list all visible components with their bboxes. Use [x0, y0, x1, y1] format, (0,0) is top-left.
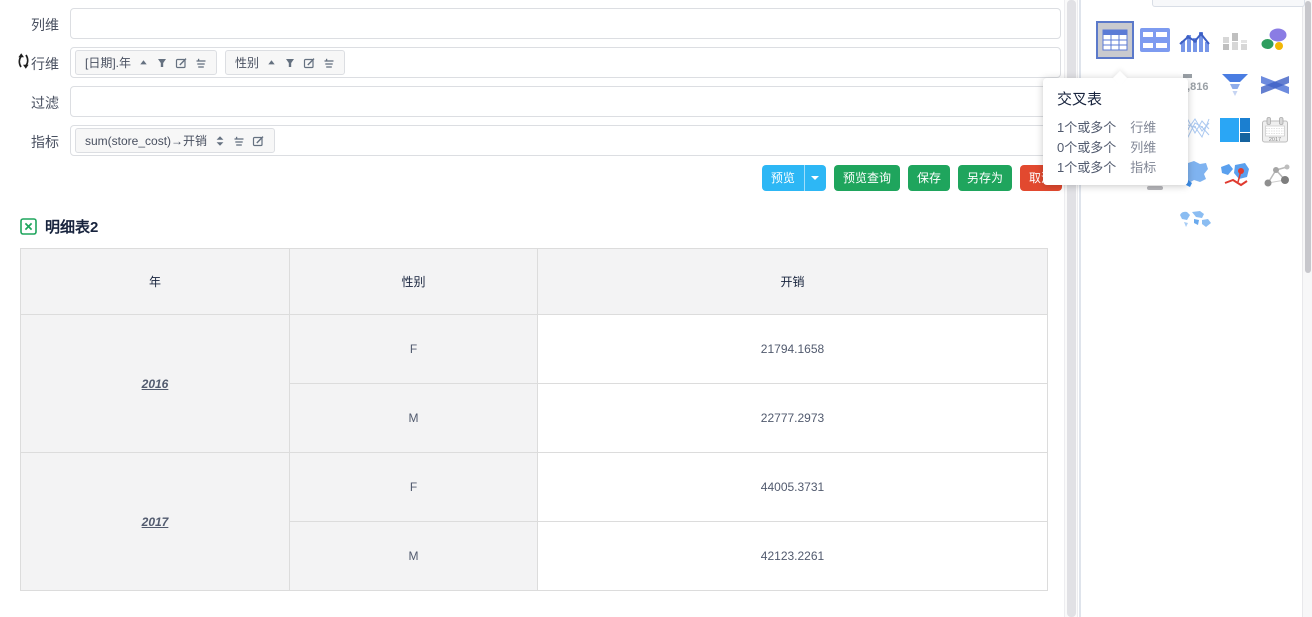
table-header-row: 年 性别 开销: [21, 249, 1048, 315]
column-header-cost: 开销: [538, 249, 1048, 315]
column-dim-label: 列维: [0, 15, 59, 35]
row-dim-input[interactable]: [日期].年 性别: [70, 47, 1061, 78]
caret-down-icon: [811, 176, 819, 184]
detail-table-title: 明细表2: [45, 216, 98, 237]
row-dim-tag-gender[interactable]: 性别: [225, 50, 345, 75]
treemap-icon: [1220, 118, 1250, 142]
chart-type-world-map[interactable]: [1178, 209, 1214, 236]
cost-cell: 42123.2261: [538, 522, 1048, 591]
preview-dropdown-caret[interactable]: [804, 165, 826, 191]
metric-label: 指标: [0, 132, 59, 152]
rule-target: 指标: [1130, 158, 1156, 178]
chart-type-pivot-table[interactable]: [1140, 28, 1170, 57]
tooltip-rule: 0个或多个 列维: [1057, 138, 1174, 158]
rule-count: 1个或多个: [1057, 118, 1116, 138]
crosstab-icon: [1102, 29, 1128, 51]
tag-label: sum(store_cost)→开销: [85, 132, 207, 149]
chart-type-bubble[interactable]: [1260, 27, 1290, 58]
filter-input[interactable]: [70, 86, 1061, 117]
gender-cell: M: [290, 522, 538, 591]
metric-tag-store-cost[interactable]: sum(store_cost)→开销: [75, 128, 275, 153]
chart-type-sankey[interactable]: [1260, 74, 1290, 101]
total-lines-icon[interactable]: [233, 135, 245, 147]
gender-cell: M: [290, 384, 538, 453]
detail-table-header: 明细表2: [20, 216, 98, 237]
chart-type-funnel[interactable]: [1221, 72, 1249, 103]
toolbar: 预览 预览查询 保存 另存为 取消: [70, 165, 1062, 191]
preview-split-button: 预览: [762, 165, 826, 191]
total-lines-icon[interactable]: [195, 57, 207, 69]
edit-icon[interactable]: [252, 135, 265, 147]
bar-line-combo-icon: [1179, 27, 1211, 53]
preview-query-button[interactable]: 预览查询: [834, 165, 900, 191]
scrollbar-thumb[interactable]: [1305, 1, 1311, 273]
cost-cell: 44005.3731: [538, 453, 1048, 522]
filter-label: 过滤: [0, 93, 59, 113]
row-dim-tag-date-year[interactable]: [日期].年: [75, 50, 217, 75]
caret-up-icon[interactable]: [266, 57, 277, 68]
filter-icon[interactable]: [284, 57, 296, 69]
sankey-icon: [1260, 74, 1290, 96]
save-as-button[interactable]: 另存为: [958, 165, 1012, 191]
chart-type-calendar-heatmap[interactable]: 2017: [1261, 116, 1289, 149]
relation-graph-icon: [1261, 162, 1291, 190]
excel-export-icon[interactable]: [20, 218, 37, 235]
swap-axes-icon[interactable]: [16, 52, 31, 70]
map-route-icon: [1219, 161, 1251, 189]
calendar-icon: 2017: [1261, 116, 1289, 144]
chart-type-bar-line-combo[interactable]: [1179, 27, 1211, 58]
world-map-icon: [1178, 209, 1214, 231]
chart-type-relation-graph[interactable]: [1261, 162, 1291, 195]
pivot-table-icon: [1140, 28, 1170, 52]
result-table: 年 性别 开销 2016 F 21794.1658 M 22777.2973 2…: [20, 248, 1048, 591]
panel-top-sliver: [1152, 0, 1305, 7]
tag-label: 性别: [235, 54, 259, 71]
metric-input[interactable]: sum(store_cost)→开销: [70, 125, 1061, 156]
sort-icon[interactable]: [214, 135, 226, 147]
stacked-bar-icon: [1221, 29, 1249, 51]
rule-target: 行维: [1130, 118, 1156, 138]
year-drill-link[interactable]: 2017: [21, 453, 290, 591]
funnel-icon: [1221, 72, 1249, 98]
total-lines-icon[interactable]: [323, 57, 335, 69]
table-row: 2017 F 44005.3731: [21, 453, 1048, 522]
chart-type-map-route[interactable]: [1219, 161, 1251, 194]
gender-cell: F: [290, 315, 538, 384]
tooltip-rule: 1个或多个 指标: [1057, 158, 1174, 178]
edit-icon[interactable]: [175, 57, 188, 69]
tag-label: [日期].年: [85, 54, 131, 71]
year-drill-link[interactable]: 2016: [21, 315, 290, 453]
crosstab-tooltip: 交叉表 1个或多个 行维 0个或多个 列维 1个或多个 指标: [1043, 78, 1188, 185]
cost-cell: 22777.2973: [538, 384, 1048, 453]
rule-count: 1个或多个: [1057, 158, 1116, 178]
tooltip-title: 交叉表: [1057, 88, 1174, 109]
chart-type-treemap[interactable]: [1220, 118, 1250, 147]
column-dim-input[interactable]: [70, 8, 1061, 39]
rule-count: 0个或多个: [1057, 138, 1116, 158]
calendar-year-label: 2017: [1269, 137, 1281, 143]
column-header-gender: 性别: [290, 249, 538, 315]
edit-icon[interactable]: [303, 57, 316, 69]
preview-button[interactable]: 预览: [762, 165, 804, 191]
cost-cell: 21794.1658: [538, 315, 1048, 384]
page-scrollbar[interactable]: [1302, 0, 1312, 617]
tooltip-rule: 1个或多个 行维: [1057, 118, 1174, 138]
gender-cell: F: [290, 453, 538, 522]
rule-target: 列维: [1130, 138, 1156, 158]
save-button[interactable]: 保存: [908, 165, 950, 191]
filter-icon[interactable]: [156, 57, 168, 69]
chart-type-stacked-bar[interactable]: [1221, 29, 1249, 56]
chart-type-gauge-partial[interactable]: [1147, 186, 1163, 190]
caret-up-icon[interactable]: [138, 57, 149, 68]
bubble-chart-icon: [1260, 27, 1290, 53]
table-row: 2016 F 21794.1658: [21, 315, 1048, 384]
column-header-year: 年: [21, 249, 290, 315]
chart-type-crosstab-selected[interactable]: [1096, 21, 1134, 59]
tooltip-arrow: [1113, 71, 1127, 85]
